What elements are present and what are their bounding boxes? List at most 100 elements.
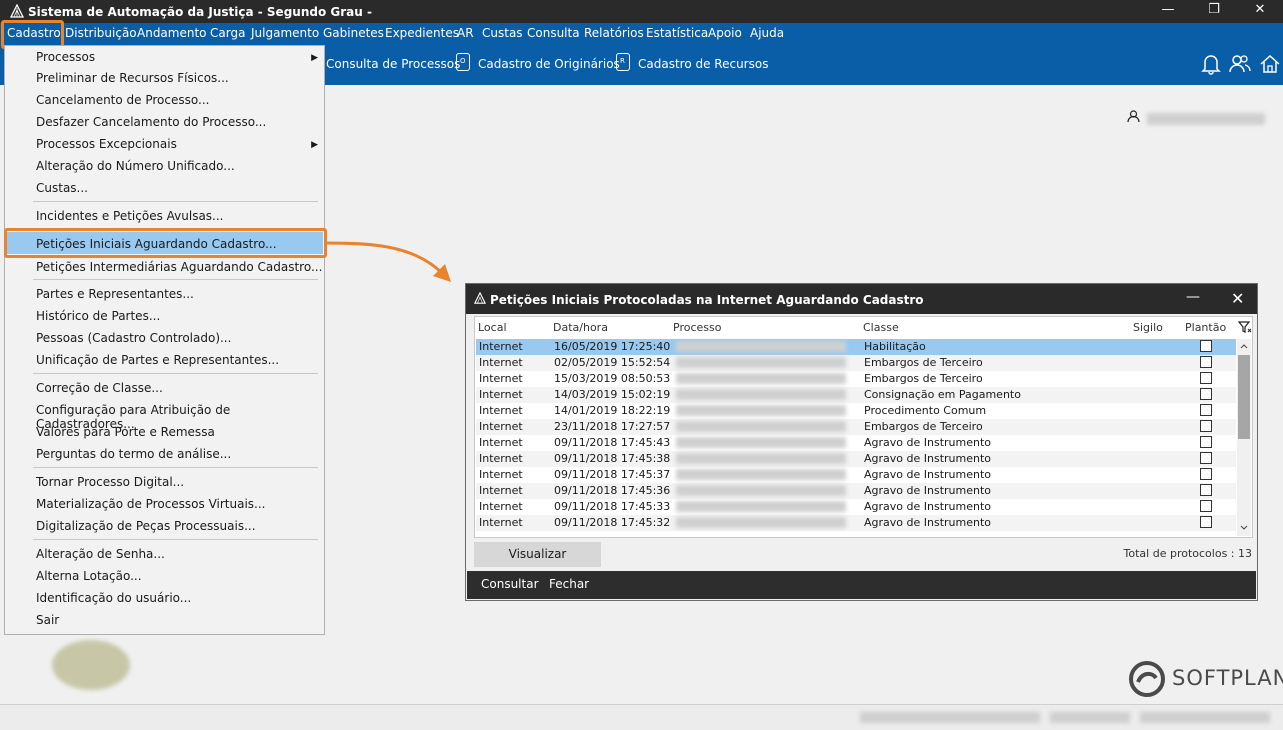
softplan-logo-text: SOFTPLAN [1172,666,1283,690]
scroll-down-icon[interactable] [1240,525,1248,531]
menu-item-partes[interactable]: Partes e Representantes... [36,287,194,301]
cadastro-originarios-button[interactable]: Cadastro de Originários [478,57,620,71]
plantao-checkbox[interactable] [1200,356,1212,368]
menu-expedientes[interactable]: Expedientes [385,26,459,40]
menu-item-alterna-lotacao[interactable]: Alterna Lotação... [36,569,142,583]
document-o-icon[interactable]: O [456,53,470,71]
menu-item-materializacao[interactable]: Materialização de Processos Virtuais... [36,497,266,511]
menu-julgamento[interactable]: Julgamento [251,26,319,40]
plantao-checkbox[interactable] [1200,436,1212,448]
menu-item-cancelamento[interactable]: Cancelamento de Processo... [36,93,209,107]
minimize-button[interactable]: — [1145,0,1191,23]
plantao-checkbox[interactable] [1200,420,1212,432]
menu-apoio[interactable]: Apoio [708,26,742,40]
menu-relatorios[interactable]: Relatórios [584,26,644,40]
menu-item-digitalizacao[interactable]: Digitalização de Peças Processuais... [36,519,256,533]
court-seal [52,640,130,690]
plantao-checkbox[interactable] [1200,484,1212,496]
dialog-close-button[interactable]: ✕ [1231,289,1244,308]
menu-item-valores[interactable]: Valores para Porte e Remessa [36,425,215,439]
users-icon[interactable] [1228,53,1252,75]
plantao-checkbox[interactable] [1200,452,1212,464]
plantao-checkbox[interactable] [1200,468,1212,480]
cell-classe: Agravo de Instrumento [864,436,992,449]
table-row[interactable]: Internet 09/11/2018 17:45:32 Agravo de Ins… [476,515,1236,531]
menu-item-preliminar[interactable]: Preliminar de Recursos Físicos... [36,71,229,85]
menu-item-pessoas[interactable]: Pessoas (Cadastro Controlado)... [36,331,231,345]
close-window-button[interactable]: ✕ [1237,0,1283,23]
menu-item-incidentes[interactable]: Incidentes e Petições Avulsas... [36,209,224,223]
plantao-checkbox[interactable] [1200,516,1212,528]
scroll-up-icon[interactable] [1240,343,1248,349]
table-row[interactable]: Internet 09/11/2018 17:45:43 Agravo de Ins… [476,435,1236,451]
consulta-processos-button[interactable]: Consulta de Processos [326,57,460,71]
fechar-button[interactable]: Fechar [549,577,589,591]
menu-item-desfazer-cancelamento[interactable]: Desfazer Cancelamento do Processo... [36,115,266,129]
table-row[interactable]: Internet 16/05/2019 17:25:40 Habilitação [476,339,1236,355]
vertical-scrollbar[interactable] [1237,339,1251,536]
menu-item-identificacao[interactable]: Identificação do usuário... [36,591,191,605]
menu-item-alteracao-senha[interactable]: Alteração de Senha... [36,547,165,561]
column-header-processo[interactable]: Processo [673,321,721,334]
table-row[interactable]: Internet 14/01/2019 18:22:19 Procedimento … [476,403,1236,419]
menu-item-processos-excepcionais[interactable]: Processos Excepcionais [36,137,177,151]
menu-item-custas[interactable]: Custas... [36,181,88,195]
menu-consulta[interactable]: Consulta [527,26,580,40]
menu-gabinetes[interactable]: Gabinetes [323,26,384,40]
menu-carga[interactable]: Carga [210,26,245,40]
menu-item-alteracao-numero[interactable]: Alteração do Número Unificado... [36,159,235,173]
table-row[interactable]: Internet 09/11/2018 17:45:36 Agravo de Ins… [476,483,1236,499]
table-row[interactable]: Internet 09/11/2018 17:45:37 Agravo de Ins… [476,467,1236,483]
scroll-thumb[interactable] [1238,355,1250,439]
table-row[interactable]: Internet 02/05/2019 15:52:54 Embargos de T… [476,355,1236,371]
visualizar-documentos-button[interactable]: Visualizar documentos [474,542,601,586]
menu-item-tornar-digital[interactable]: Tornar Processo Digital... [36,475,184,489]
column-header-data[interactable]: Data/hora [553,321,608,334]
column-header-plantao[interactable]: Plantão [1185,321,1226,334]
peticoes-dialog: Petições Iniciais Protocoladas na Intern… [465,283,1258,601]
menu-ar[interactable]: AR [457,26,474,40]
menu-custas[interactable]: Custas [482,26,523,40]
menu-item-peticoes-intermediarias[interactable]: Petições Intermediárias Aguardando Cadas… [36,260,322,274]
consultar-button[interactable]: Consultar [481,577,539,591]
menu-estatistica[interactable]: Estatística [646,26,708,40]
maximize-button[interactable]: ❐ [1191,0,1237,23]
filter-icon[interactable] [1238,320,1252,334]
plantao-checkbox[interactable] [1200,388,1212,400]
cell-processo-redacted [676,389,846,400]
menu-item-historico-partes[interactable]: Histórico de Partes... [36,309,160,323]
plantao-checkbox[interactable] [1200,500,1212,512]
column-header-local[interactable]: Local [478,321,507,334]
cell-data: 09/11/2018 17:45:32 [554,516,671,529]
dialog-minimize-button[interactable]: — [1186,289,1200,305]
menu-distribuicao[interactable]: Distribuição [65,26,137,40]
table-row[interactable]: Internet 09/11/2018 17:45:38 Agravo de Ins… [476,451,1236,467]
menu-ajuda[interactable]: Ajuda [750,26,784,40]
cell-data: 23/11/2018 17:27:57 [554,420,671,433]
plantao-checkbox[interactable] [1200,372,1212,384]
menu-andamento[interactable]: Andamento [137,26,207,40]
column-header-sigilo[interactable]: Sigilo [1133,321,1163,334]
table-row[interactable]: Internet 23/11/2018 17:27:57 Embargos de T… [476,419,1236,435]
table-row[interactable]: Internet 09/11/2018 17:45:33 Agravo de Ins… [476,499,1236,515]
column-header-classe[interactable]: Classe [863,321,899,334]
menu-item-unificacao[interactable]: Unificação de Partes e Representantes... [36,353,279,367]
home-icon[interactable] [1259,53,1281,75]
table-row[interactable]: Internet 14/03/2019 15:02:19 Consignação e… [476,387,1236,403]
menu-item-perguntas[interactable]: Perguntas do termo de análise... [36,447,231,461]
plantao-checkbox[interactable] [1200,404,1212,416]
table-row[interactable]: Internet 15/03/2019 08:50:53 Embargos de T… [476,371,1236,387]
cell-local: Internet [479,452,523,465]
plantao-checkbox[interactable] [1200,340,1212,352]
cell-classe: Agravo de Instrumento [864,500,992,513]
menu-item-sair[interactable]: Sair [36,613,59,627]
total-protocolos: Total de protocolos : 13 [1123,547,1252,560]
menu-separator [33,201,318,202]
bell-icon[interactable] [1201,53,1221,75]
menu-item-processos[interactable]: Processos [36,50,95,64]
document-r-icon[interactable]: R [616,53,630,71]
cadastro-recursos-button[interactable]: Cadastro de Recursos [638,57,768,71]
submenu-arrow-icon: ▶ [311,140,318,150]
menu-item-correcao-classe[interactable]: Correção de Classe... [36,381,163,395]
cell-processo-redacted [676,469,846,480]
